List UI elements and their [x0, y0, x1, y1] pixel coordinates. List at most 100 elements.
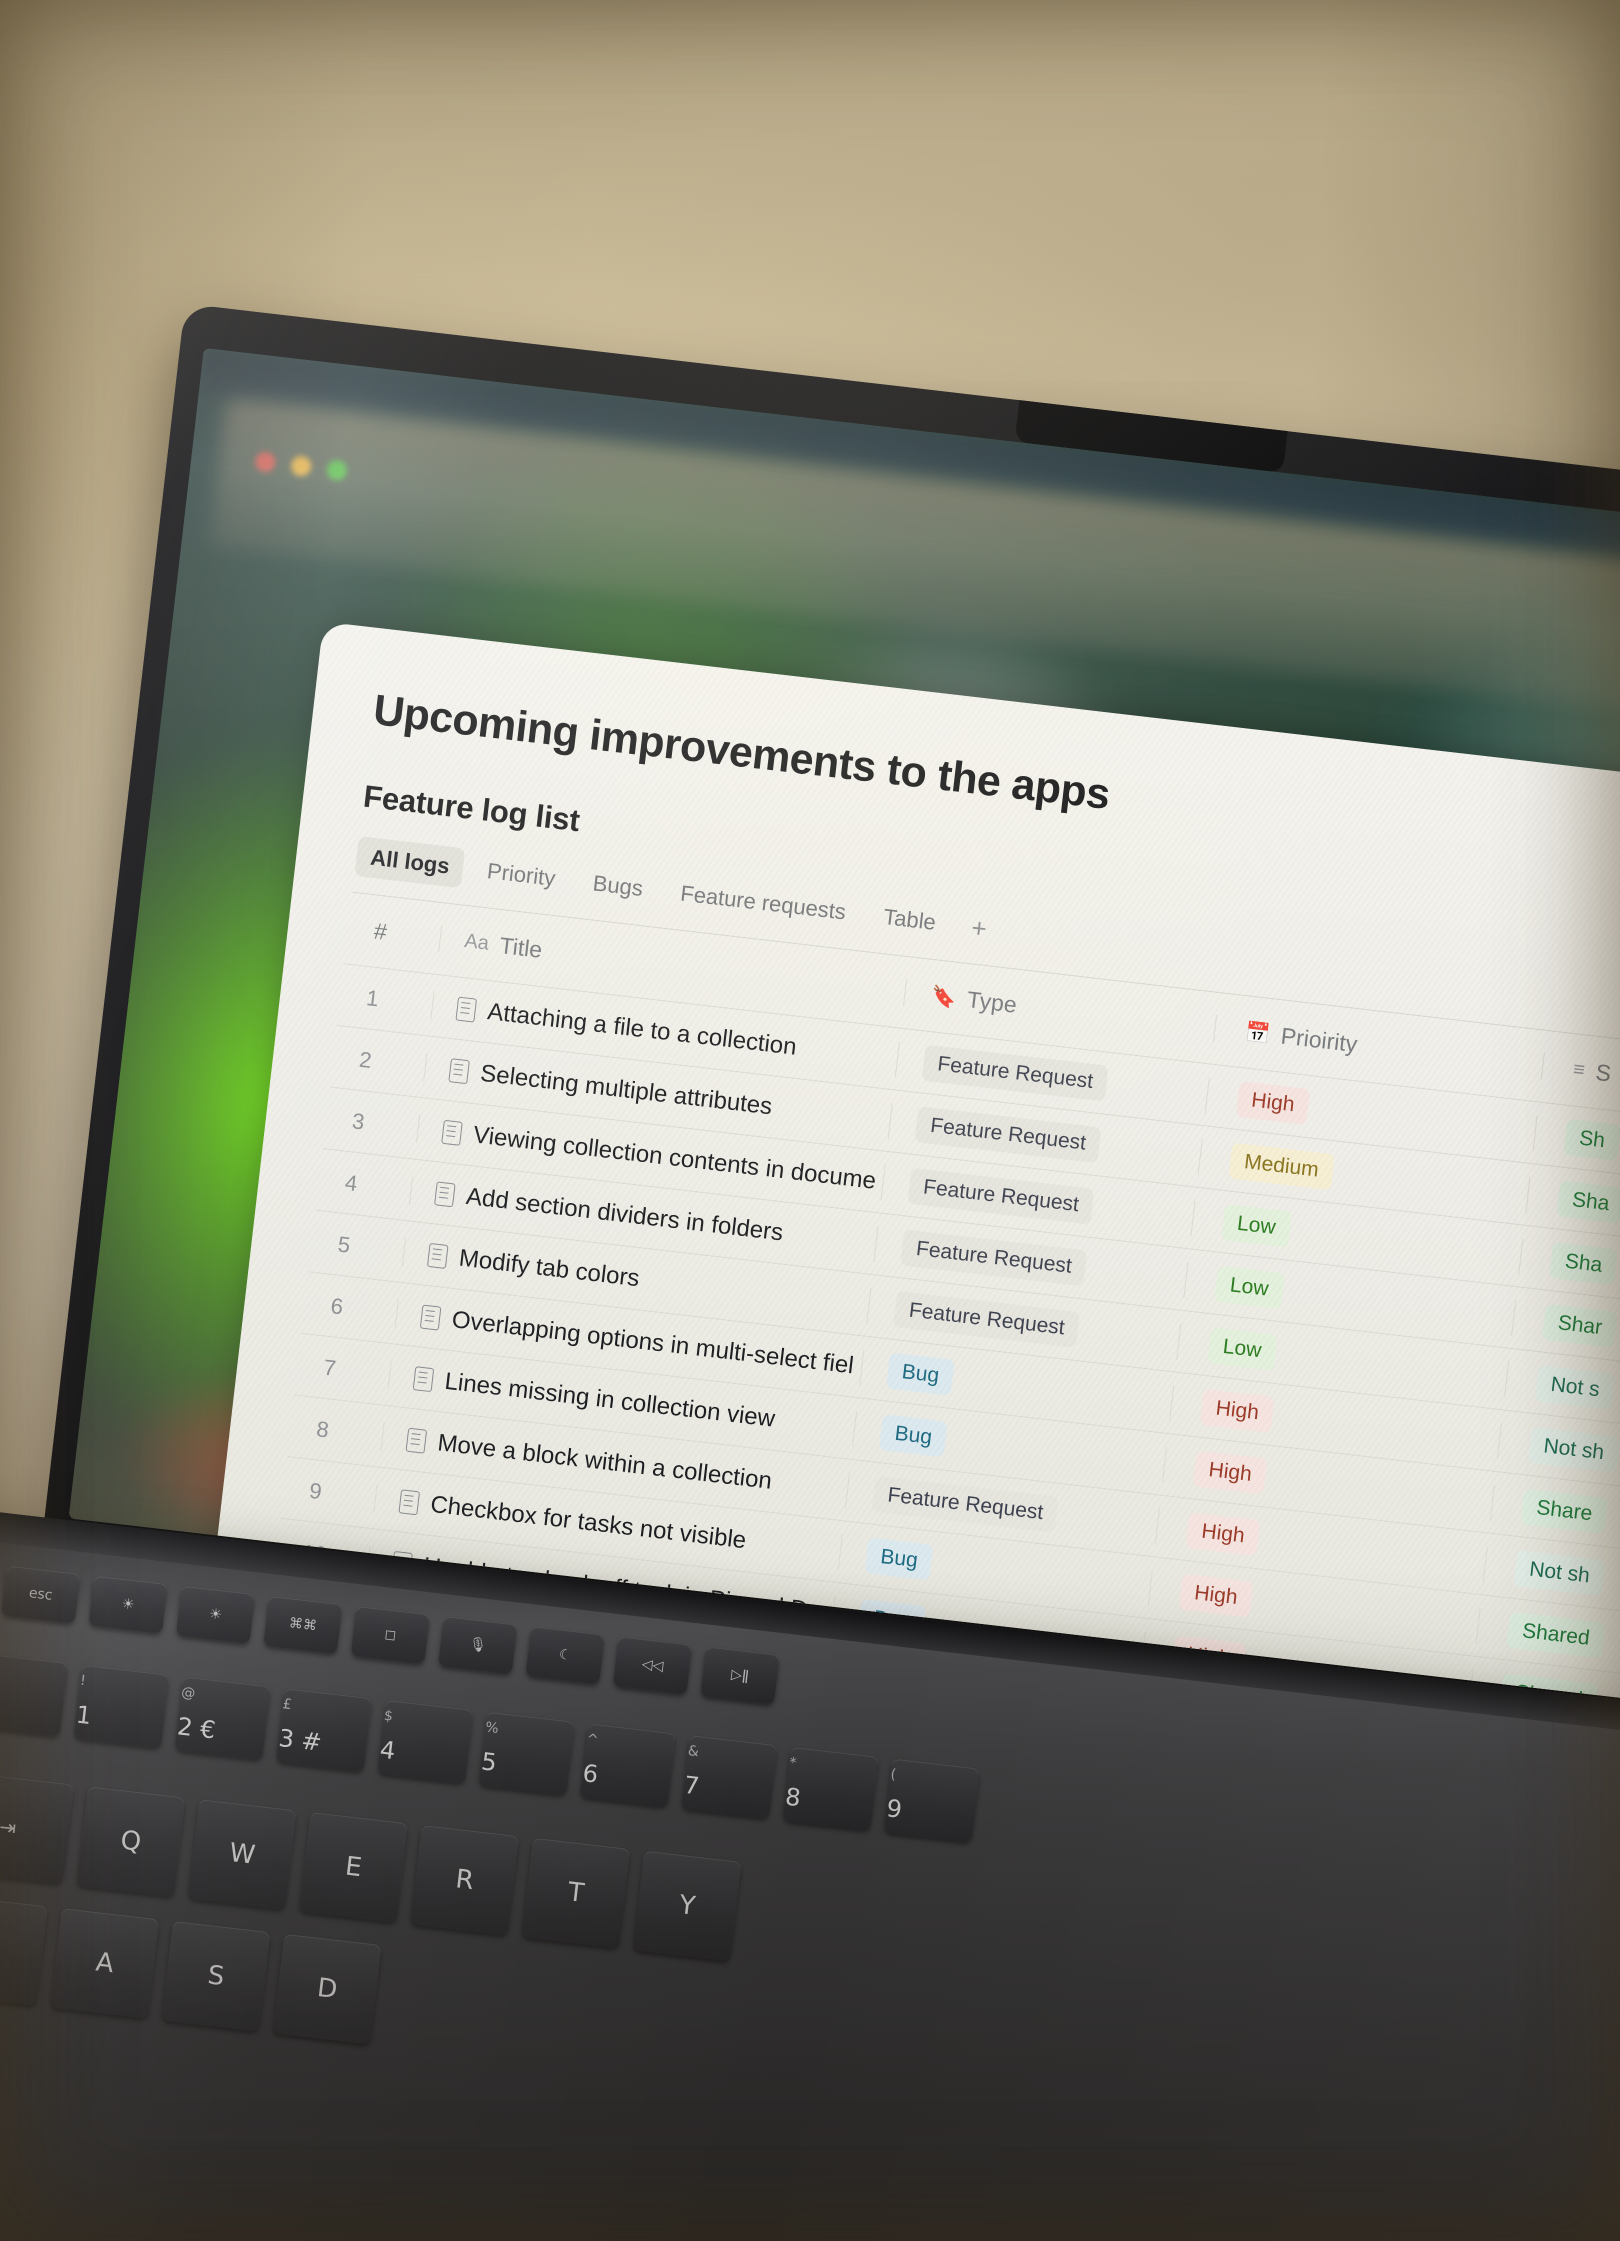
key-f8[interactable]: ▷ǁ	[700, 1646, 780, 1705]
key-8[interactable]: * 8	[782, 1746, 879, 1831]
add-view-button[interactable]: +	[958, 908, 1001, 947]
key-2-€[interactable]: @2 €	[174, 1676, 271, 1761]
row-number: 9	[308, 1477, 324, 1504]
type-badge: Feature Request	[921, 1044, 1110, 1102]
tag-icon: 🔖	[930, 985, 958, 1010]
priority-badge: High	[1235, 1080, 1311, 1125]
row-number-cell: 5	[311, 1228, 405, 1264]
key-a[interactable]: A	[50, 1908, 160, 2019]
tab-table[interactable]: Table	[867, 895, 952, 944]
calendar-icon: 📅	[1244, 1021, 1272, 1047]
list-icon: ≡	[1571, 1058, 1587, 1082]
row-number: 8	[315, 1415, 331, 1443]
row-number-cell: 3	[325, 1105, 419, 1141]
priority-badge: Low	[1214, 1265, 1285, 1309]
key-t[interactable]: T	[521, 1837, 631, 1949]
type-badge: Bug	[878, 1413, 948, 1457]
key-9[interactable]: (9	[883, 1758, 980, 1843]
page-icon	[448, 1057, 470, 1084]
key-e[interactable]: E	[298, 1812, 408, 1923]
key-⇥[interactable]: ⇥	[0, 1770, 75, 1885]
column-header-priority-label: Prioirity	[1279, 1022, 1359, 1058]
key-primary-label: 3 #	[277, 1723, 324, 1757]
priority-badge: Low	[1221, 1203, 1292, 1248]
row-number: 5	[336, 1231, 352, 1258]
page-icon	[441, 1119, 463, 1146]
column-header-shared-label: S	[1594, 1058, 1613, 1087]
row-number-cell: 2	[332, 1043, 426, 1079]
key-secondary-label: @	[180, 1684, 197, 1702]
key-f6[interactable]: ☾	[525, 1626, 605, 1685]
column-header-number[interactable]: #	[347, 915, 441, 952]
tab-all-logs[interactable]: All logs	[354, 836, 466, 889]
key-secondary-label: £	[281, 1696, 293, 1714]
priority-badge: Medium	[1228, 1142, 1335, 1190]
row-number-cell: 6	[303, 1290, 397, 1326]
key-secondary-label: (	[889, 1766, 897, 1784]
laptop-device: Upcoming improvements to the apps Featur…	[0, 303, 1620, 2241]
text-type-icon: Aa	[463, 930, 491, 955]
tab-feature-requests[interactable]: Feature requests	[664, 872, 862, 934]
row-number-cell: 4	[318, 1166, 412, 1202]
shared-badge: Shar	[1542, 1303, 1619, 1348]
laptop-screen: Upcoming improvements to the apps Featur…	[68, 348, 1620, 1713]
key-primary-label: 5	[479, 1747, 499, 1777]
key-primary-label: 4	[378, 1735, 397, 1766]
key-6[interactable]: ^ 6	[579, 1723, 676, 1808]
shared-badge: Sha	[1556, 1179, 1620, 1224]
row-number: 6	[329, 1292, 345, 1319]
key-d[interactable]: D	[272, 1933, 382, 2045]
shared-badge: Share	[1520, 1487, 1609, 1534]
key-7[interactable]: & 7	[681, 1735, 778, 1819]
shared-badge: Shared	[1506, 1611, 1606, 1658]
key-3-#[interactable]: £3 #	[276, 1688, 372, 1772]
type-badge: Feature Request	[914, 1105, 1102, 1163]
key-primary-label: 8	[783, 1782, 803, 1813]
key-f4[interactable]: ◻	[350, 1605, 430, 1665]
page-icon	[455, 996, 478, 1023]
key-secondary-label: ^	[585, 1731, 600, 1749]
key-f5[interactable]: 🎙	[438, 1616, 518, 1675]
key-primary-label: 6	[581, 1759, 600, 1789]
key-1[interactable]: ! 1	[73, 1664, 170, 1749]
row-number-cell: 8	[289, 1413, 383, 1449]
key-§[interactable]: ±§	[0, 1653, 68, 1737]
key-f3[interactable]: ⌘⌘	[263, 1595, 343, 1655]
key-4[interactable]: $4	[377, 1699, 474, 1784]
key-secondary-label: %	[484, 1719, 500, 1738]
key-r[interactable]: R	[410, 1824, 520, 1936]
priority-badge: High	[1199, 1388, 1275, 1433]
key-⇪[interactable]: ⇪	[0, 1892, 48, 2006]
key-f1[interactable]: ☀	[88, 1575, 168, 1634]
shared-badge: Sha	[1549, 1241, 1619, 1285]
tab-bugs[interactable]: Bugs	[577, 862, 659, 911]
row-number: 3	[350, 1107, 366, 1135]
row-number-cell: 7	[296, 1351, 390, 1387]
priority-badge: High	[1192, 1450, 1268, 1494]
page-icon	[426, 1242, 449, 1269]
key-5[interactable]: % 5	[478, 1711, 575, 1796]
key-secondary-label: ±	[0, 1661, 67, 1687]
key-secondary-label: &	[687, 1743, 700, 1761]
key-primary-label: 9	[885, 1794, 904, 1824]
priority-badge: High	[1185, 1511, 1261, 1556]
key-f2[interactable]: ☀	[175, 1585, 256, 1644]
key-primary-label: 7	[682, 1770, 701, 1801]
row-number: 4	[343, 1169, 359, 1196]
key-w[interactable]: W	[187, 1799, 297, 1910]
type-badge: Bug	[886, 1352, 956, 1396]
key-s[interactable]: S	[161, 1920, 271, 2032]
key-esc[interactable]: esc	[1, 1565, 81, 1624]
column-header-type[interactable]: 🔖 Type	[903, 978, 1217, 1042]
column-header-number-label: #	[372, 917, 389, 945]
column-header-type-label: Type	[965, 986, 1019, 1018]
key-q[interactable]: Q	[76, 1786, 186, 1897]
key-f7[interactable]: ◁◁	[612, 1636, 693, 1695]
priority-badge: Low	[1207, 1326, 1278, 1371]
type-badge: Feature Request	[871, 1475, 1060, 1533]
row-number: 7	[322, 1354, 338, 1381]
page-icon	[412, 1365, 435, 1392]
type-badge: Bug	[864, 1536, 934, 1581]
tab-priority[interactable]: Priority	[471, 850, 571, 901]
key-y[interactable]: Y	[632, 1850, 742, 1962]
